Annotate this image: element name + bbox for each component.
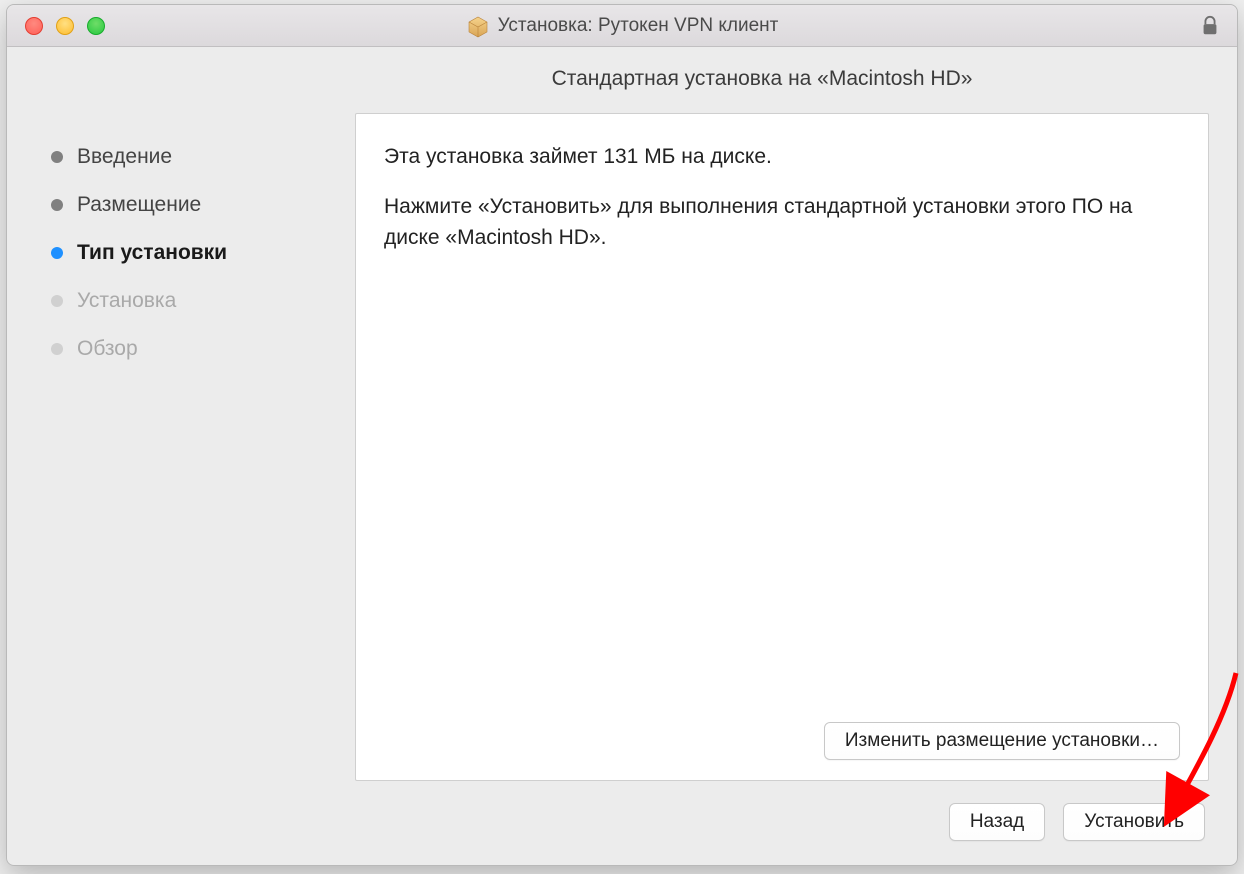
step-dot-icon xyxy=(51,343,63,355)
sidebar-item-install-type: Тип установки xyxy=(47,229,339,277)
description: Эта установка займет 131 МБ на диске. На… xyxy=(384,142,1180,273)
install-button[interactable]: Установить xyxy=(1063,803,1205,841)
close-window-button[interactable] xyxy=(25,17,43,35)
step-dot-icon xyxy=(51,199,63,211)
sidebar-item-label: Тип установки xyxy=(77,241,227,265)
sidebar-item-label: Установка xyxy=(77,289,176,313)
step-sidebar: Введение Размещение Тип установки Устано… xyxy=(35,113,355,841)
package-icon xyxy=(466,14,490,38)
content-box: Эта установка займет 131 МБ на диске. На… xyxy=(355,113,1209,781)
zoom-window-button[interactable] xyxy=(87,17,105,35)
disk-space-text: Эта установка займет 131 МБ на диске. xyxy=(384,142,1180,172)
step-dot-icon xyxy=(51,151,63,163)
minimize-window-button[interactable] xyxy=(56,17,74,35)
sidebar-item-label: Обзор xyxy=(77,337,138,361)
change-install-location-button[interactable]: Изменить размещение установки… xyxy=(824,722,1180,760)
main-panel: Эта установка займет 131 МБ на диске. На… xyxy=(355,113,1209,841)
sidebar-item-installation: Установка xyxy=(47,277,339,325)
sidebar-item-destination: Размещение xyxy=(47,181,339,229)
page-heading: Стандартная установка на «Macintosh HD» xyxy=(35,67,1209,91)
lock-icon[interactable] xyxy=(1199,15,1221,37)
instruction-text: Нажмите «Установить» для выполнения стан… xyxy=(384,192,1180,253)
content-area: Стандартная установка на «Macintosh HD» … xyxy=(7,47,1237,865)
footer-buttons: Назад Установить xyxy=(355,803,1209,841)
step-dot-icon xyxy=(51,247,63,259)
titlebar: Установка: Рутокен VPN клиент xyxy=(7,5,1237,47)
sidebar-item-label: Размещение xyxy=(77,193,201,217)
sidebar-item-intro: Введение xyxy=(47,133,339,181)
sidebar-item-label: Введение xyxy=(77,145,172,169)
window-controls xyxy=(7,17,105,35)
window-title: Установка: Рутокен VPN клиент xyxy=(498,15,779,37)
step-dot-icon xyxy=(51,295,63,307)
installer-window: Установка: Рутокен VPN клиент Стандартна… xyxy=(6,4,1238,866)
back-button[interactable]: Назад xyxy=(949,803,1045,841)
sidebar-item-summary: Обзор xyxy=(47,325,339,373)
